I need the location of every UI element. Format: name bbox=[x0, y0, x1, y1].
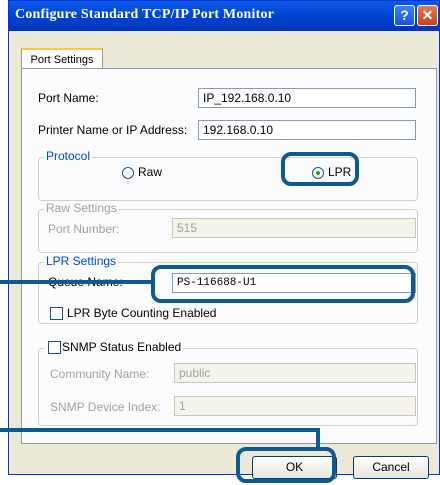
dialog-window: Configure Standard TCP/IP Port Monitor ?… bbox=[8, 0, 440, 479]
snmp-device-index-label: SNMP Device Index: bbox=[50, 400, 161, 414]
printer-name-label: Printer Name or IP Address: bbox=[38, 123, 188, 137]
port-number-label: Port Number: bbox=[48, 222, 120, 236]
lpr-byte-counting-checkbox[interactable] bbox=[50, 307, 63, 320]
raw-radio[interactable] bbox=[122, 167, 134, 179]
snmp-status-label: SNMP Status Enabled bbox=[62, 340, 182, 354]
ok-pointer-line-h bbox=[0, 428, 320, 432]
protocol-group bbox=[38, 157, 418, 201]
port-name-label: Port Name: bbox=[38, 91, 99, 105]
port-number-input[interactable]: 515 bbox=[172, 218, 416, 238]
snmp-status-checkbox[interactable] bbox=[48, 341, 61, 354]
community-name-label: Community Name: bbox=[50, 367, 150, 381]
snmp-legend: SNMP Status Enabled bbox=[44, 340, 184, 354]
close-button[interactable]: ✕ bbox=[417, 5, 438, 26]
queue-name-highlight-box bbox=[151, 265, 415, 303]
raw-label: Raw bbox=[138, 165, 163, 179]
ok-pointer-line-v bbox=[316, 428, 320, 450]
community-name-input[interactable]: public bbox=[174, 363, 416, 383]
help-button[interactable]: ? bbox=[394, 5, 415, 26]
queue-name-pointer-line bbox=[0, 280, 153, 284]
window-title: Configure Standard TCP/IP Port Monitor bbox=[15, 7, 275, 22]
ok-highlight-box bbox=[236, 447, 336, 483]
lpr-settings-legend: LPR Settings bbox=[44, 254, 119, 268]
snmp-device-index-input[interactable]: 1 bbox=[174, 396, 416, 416]
printer-name-input[interactable]: 192.168.0.10 bbox=[198, 120, 416, 140]
raw-settings-legend: Raw Settings bbox=[44, 201, 119, 215]
protocol-legend: Protocol bbox=[44, 149, 93, 163]
port-name-input[interactable]: IP_192.168.0.10 bbox=[198, 88, 416, 108]
lpr-highlight-box bbox=[281, 152, 359, 186]
cancel-button[interactable]: Cancel bbox=[353, 456, 429, 479]
lpr-byte-counting-label: LPR Byte Counting Enabled bbox=[67, 306, 217, 320]
tab-port-settings[interactable]: Port Settings bbox=[21, 48, 103, 69]
port-settings-panel: Port Name: IP_192.168.0.10 Printer Name … bbox=[21, 68, 437, 444]
title-bar: Configure Standard TCP/IP Port Monitor ?… bbox=[9, 1, 439, 31]
